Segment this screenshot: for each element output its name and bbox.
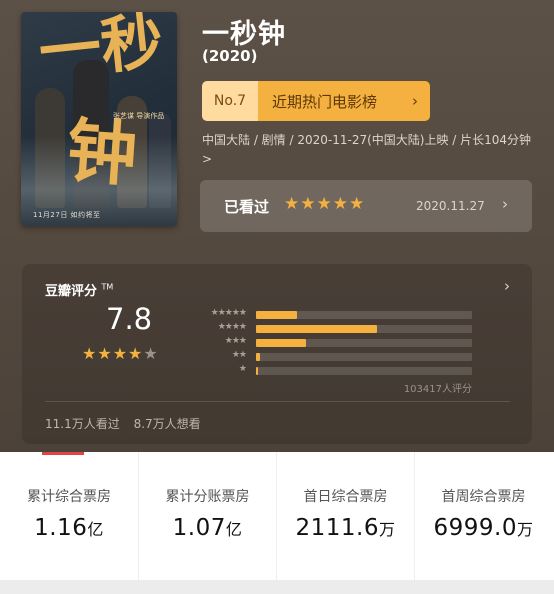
my-rating-stars-icon: ★★★★★ <box>284 194 366 214</box>
star-level-label: ★★ <box>231 350 247 360</box>
box-office-stat[interactable]: 累计综合票房 1.16亿 <box>0 452 138 580</box>
stat-unit: 亿 <box>225 520 243 539</box>
chevron-right-icon: › <box>504 277 510 295</box>
stat-unit: 万 <box>516 520 534 539</box>
poster-title-art: 钟 <box>64 108 140 197</box>
movie-header: 一秒 钟 张艺谋 导演作品 11月27日 如约将至 一秒钟 (2020) No.… <box>0 0 554 452</box>
stat-label: 累计综合票房 <box>27 489 111 505</box>
star-level-label: ★★★★★ <box>210 308 247 318</box>
box-office-stat[interactable]: 首日综合票房 2111.6万 <box>276 452 414 580</box>
distribution-row: ★★★★ <box>190 322 474 336</box>
distribution-track <box>256 325 472 333</box>
distribution-bar <box>256 353 261 361</box>
stat-value-wrap: 6999.0万 <box>415 515 552 541</box>
stat-value-wrap: 1.16亿 <box>0 515 138 541</box>
ranking-label-wrap: 近期热门电影榜 › <box>258 81 430 121</box>
stat-unit: 亿 <box>87 520 104 539</box>
stat-label: 首周综合票房 <box>441 489 526 505</box>
rating-stars-filled: ★★★★ <box>82 344 144 363</box>
distribution-row: ★★★★★ <box>190 308 474 322</box>
rating-header-label: 豆瓣评分 <box>45 284 98 299</box>
distribution-bar <box>256 311 298 319</box>
chevron-right-icon: › <box>502 195 508 213</box>
poster-date: 11月27日 如约将至 <box>33 211 101 219</box>
distribution-track <box>256 353 472 361</box>
stat-label: 首日综合票房 <box>303 489 388 505</box>
box-office-stat[interactable]: 首周综合票房 6999.0万 <box>414 452 552 580</box>
star-level-label: ★★★★ <box>217 322 247 332</box>
watched-label: 已看过 <box>224 198 270 216</box>
distribution-track <box>256 367 472 375</box>
stat-value: 1.07 <box>172 515 226 541</box>
distribution-row: ★★★ <box>190 336 474 350</box>
distribution-track <box>256 339 472 347</box>
box-office-stat[interactable]: 累计分账票房 1.07亿 <box>138 452 276 580</box>
stat-value: 1.16 <box>34 515 88 541</box>
stat-value-wrap: 2111.6万 <box>277 515 414 541</box>
watched-date: 2020.11.27 <box>416 199 485 213</box>
trademark-mark: TM <box>101 282 114 292</box>
movie-title: 一秒钟 <box>202 19 286 50</box>
watched-status-button[interactable]: 已看过 ★★★★★ 2020.11.27 › <box>200 180 532 232</box>
rating-count: 103417人评分 <box>403 384 472 395</box>
ranking-badge[interactable]: No.7 近期热门电影榜 › <box>202 81 430 121</box>
star-level-label: ★ <box>238 364 247 374</box>
stat-value: 2111.6 <box>295 515 379 541</box>
want-count: 8.7万人想看 <box>133 417 201 431</box>
box-office-panel: 累计综合票房 1.16亿 累计分账票房 1.07亿 首日综合票房 2111.6万… <box>0 452 554 580</box>
movie-year: (2020) <box>202 47 258 65</box>
chevron-right-icon: › <box>412 92 418 110</box>
bottom-bar <box>0 580 554 594</box>
ranking-label: 近期热门电影榜 <box>272 92 378 111</box>
rating-score: 7.8 <box>106 302 153 336</box>
divider <box>45 401 510 402</box>
stat-value-wrap: 1.07亿 <box>139 515 276 541</box>
distribution-bar <box>256 325 377 333</box>
poster-credit: 张艺谋 导演作品 <box>113 112 165 120</box>
seen-count: 11.1万人看过 <box>45 417 120 431</box>
distribution-row: ★ <box>190 364 474 378</box>
ranking-number: No.7 <box>202 81 258 121</box>
audience-stats: 11.1万人看过 8.7万人想看 <box>45 415 211 432</box>
stat-label: 累计分账票房 <box>165 489 250 505</box>
stat-value: 6999.0 <box>433 515 517 541</box>
rating-stars-empty: ★ <box>143 344 159 363</box>
movie-meta[interactable]: 中国大陆 / 剧情 / 2020-11-27(中国大陆)上映 / 片长104分钟… <box>202 131 532 169</box>
distribution-track <box>256 311 472 319</box>
poster-title-art: 一秒 <box>35 12 167 90</box>
rating-stars-icon: ★★★★★ <box>82 344 159 363</box>
distribution-bar <box>256 367 259 375</box>
movie-poster[interactable]: 一秒 钟 张艺谋 导演作品 11月27日 如约将至 <box>21 12 177 226</box>
rating-header: 豆瓣评分 TM <box>45 280 113 299</box>
stat-unit: 万 <box>378 520 396 539</box>
distribution-bar <box>256 339 306 347</box>
douban-rating-card[interactable]: 豆瓣评分 TM › 7.8 ★★★★★ ★★★★★ ★★★★ ★★★ ★★ ★ … <box>22 264 532 444</box>
star-level-label: ★★★ <box>224 336 247 346</box>
distribution-row: ★★ <box>190 350 474 364</box>
rating-distribution: ★★★★★ ★★★★ ★★★ ★★ ★ <box>190 308 474 378</box>
